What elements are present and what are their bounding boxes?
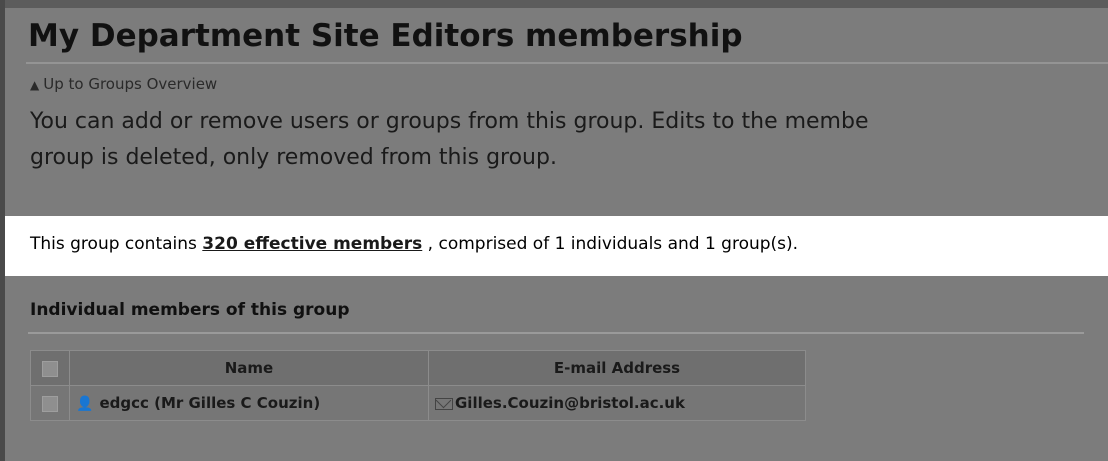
effective-members-link[interactable]: 320 effective members (202, 234, 422, 254)
up-link-label: Up to Groups Overview (43, 75, 218, 93)
membership-summary: This group contains 320 effective member… (30, 234, 798, 254)
member-name-cell: 👤 edgcc (Mr Gilles C Couzin) (69, 385, 429, 421)
select-all-cell (30, 350, 70, 386)
column-header-email[interactable]: E-mail Address (428, 350, 806, 386)
summary-prefix: This group contains (30, 234, 203, 254)
member-email-cell: Gilles.Couzin@bristol.ac.uk (428, 385, 806, 421)
table-row: 👤 edgcc (Mr Gilles C Couzin) Gilles.Couzi… (30, 385, 806, 421)
column-header-name[interactable]: Name (69, 350, 429, 386)
page-left-border (0, 0, 5, 461)
section-divider (28, 332, 1084, 334)
member-name: edgcc (Mr Gilles C Couzin) (99, 394, 321, 412)
individual-members-heading: Individual members of this group (30, 300, 350, 320)
row-select-cell (30, 385, 70, 421)
members-table: Name E-mail Address 👤 edgcc (Mr Gilles C … (30, 350, 806, 421)
mail-icon (435, 397, 453, 410)
up-arrow-icon: ▲ (30, 78, 40, 92)
intro-line-2: group is deleted, only removed from this… (30, 145, 557, 170)
summary-suffix: , comprised of 1 individuals and 1 group… (422, 234, 799, 254)
title-divider (26, 62, 1108, 64)
user-icon: 👤 (76, 396, 94, 412)
table-header-row: Name E-mail Address (30, 350, 806, 386)
select-all-checkbox[interactable] (42, 360, 58, 377)
page-title: My Department Site Editors membership (28, 18, 743, 54)
intro-line-1: You can add or remove users or groups fr… (30, 109, 869, 134)
page-top-border (0, 0, 1108, 8)
row-select-checkbox[interactable] (42, 395, 58, 412)
up-to-groups-overview-link[interactable]: ▲ Up to Groups Overview (30, 75, 217, 93)
intro-text: You can add or remove users or groups fr… (30, 104, 1108, 176)
member-email-link[interactable]: Gilles.Couzin@bristol.ac.uk (455, 394, 685, 412)
